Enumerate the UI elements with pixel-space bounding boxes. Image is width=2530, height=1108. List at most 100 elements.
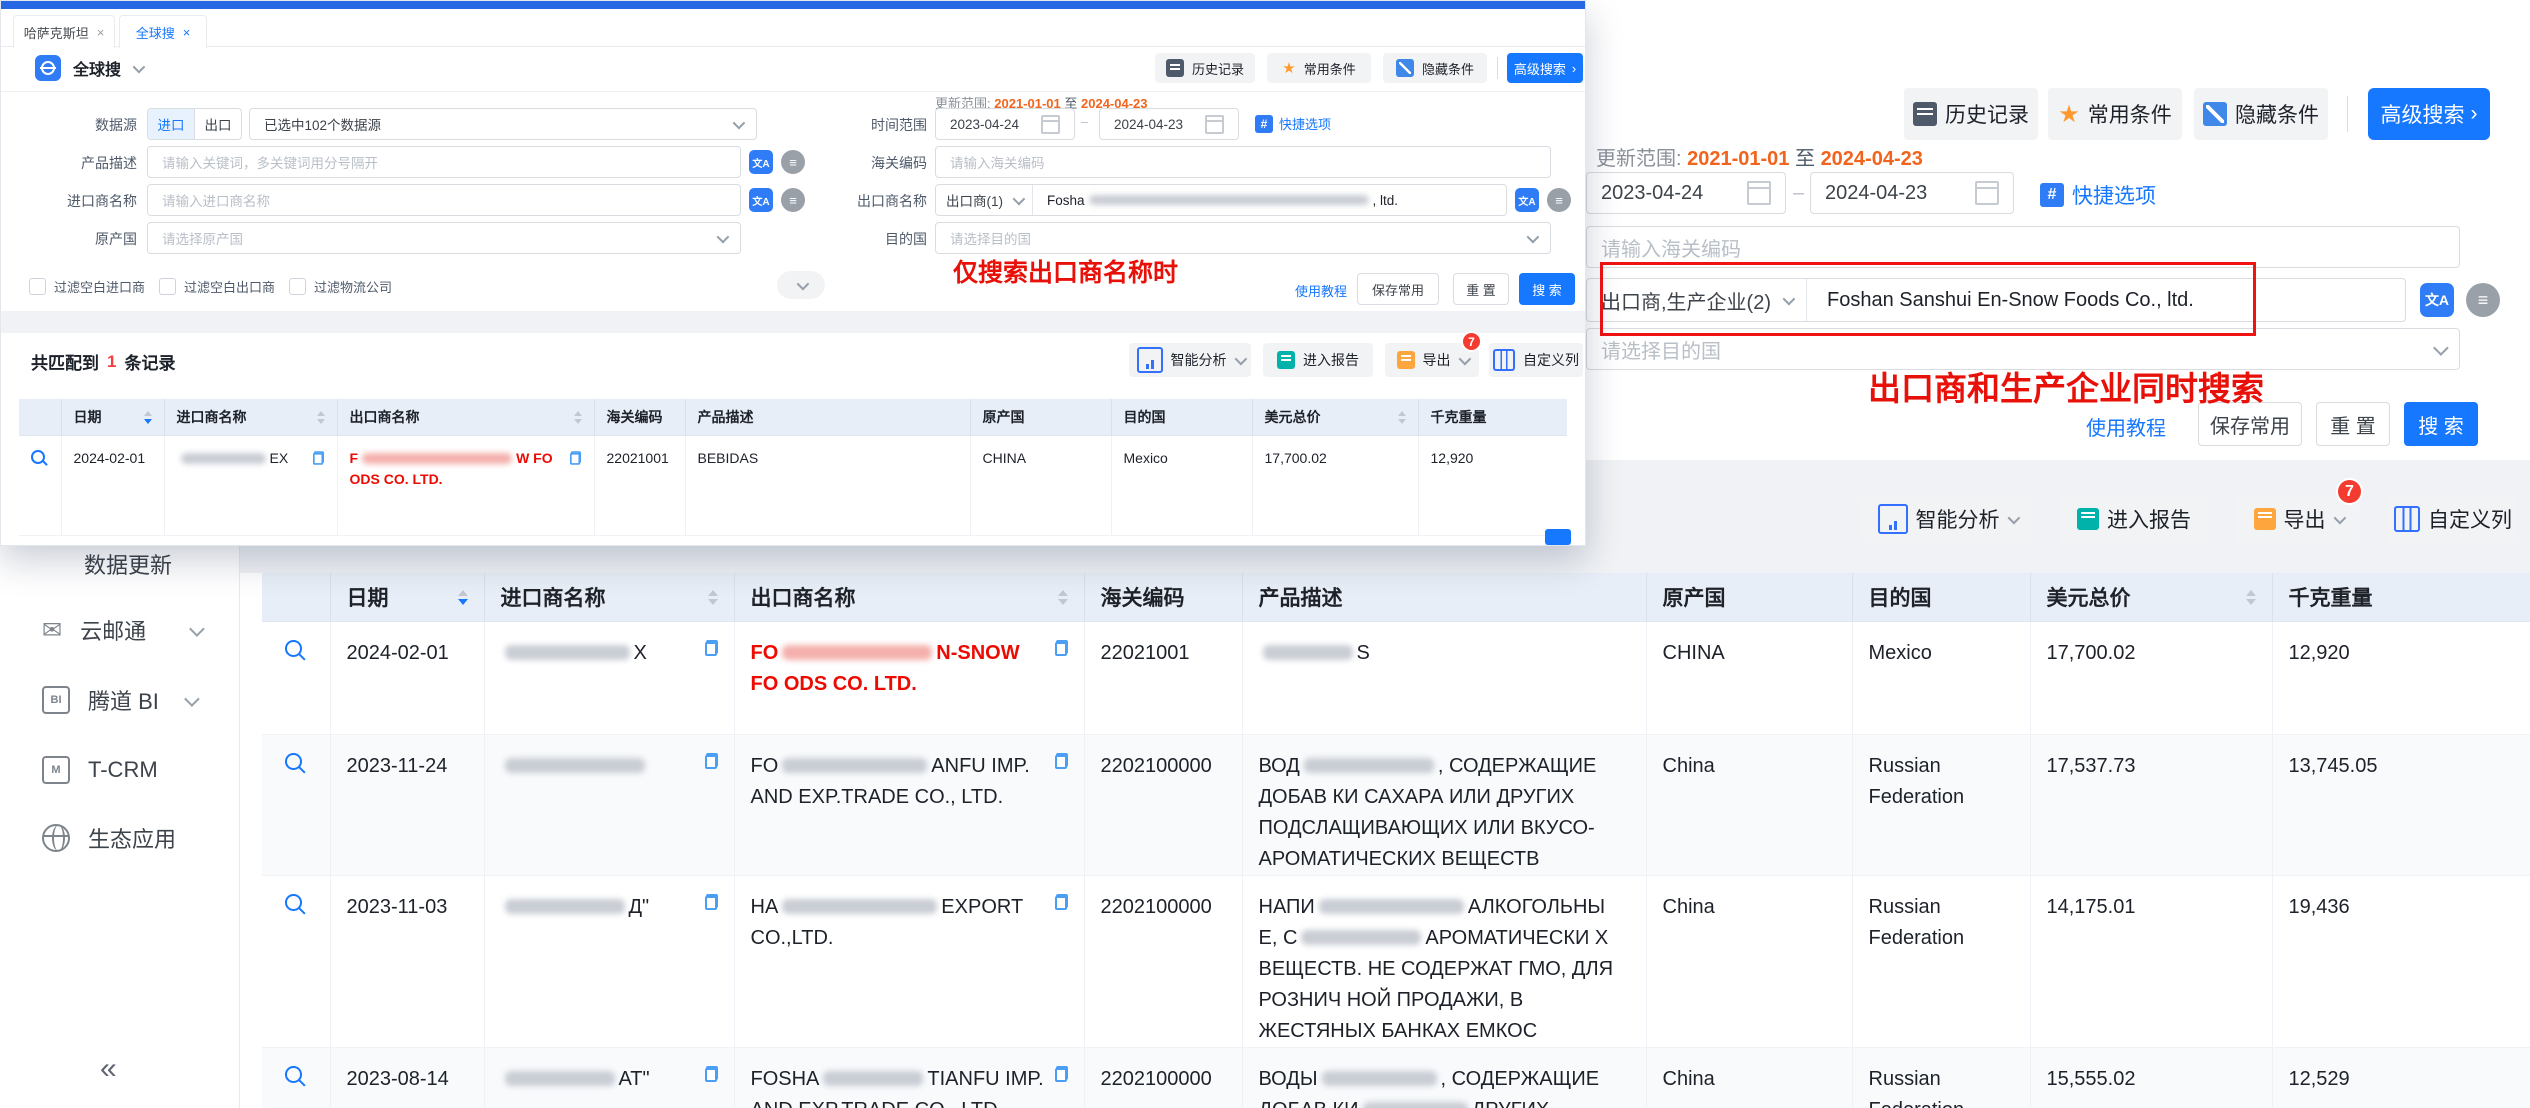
row-search-icon[interactable] <box>285 894 307 916</box>
popup-advanced-search-button[interactable]: 高级搜索 › <box>1507 53 1583 83</box>
column-header[interactable]: 美元总价 <box>1252 399 1418 436</box>
translate-icon[interactable]: 文A <box>1515 188 1539 212</box>
popup-search-button[interactable]: 搜 索 <box>1519 273 1575 305</box>
sort-arrows-icon[interactable] <box>1058 590 1068 605</box>
row-search-icon[interactable] <box>285 640 307 662</box>
popup-custom-columns-button[interactable]: 自定义列 <box>1489 343 1583 377</box>
popup-hide-conditions-button[interactable]: 隐藏条件 <box>1383 53 1487 83</box>
hide-icon <box>1396 59 1414 77</box>
popup-smart-analysis-button[interactable]: 智能分析 <box>1129 343 1251 377</box>
collapse-form-button[interactable] <box>777 271 825 299</box>
hide-conditions-button[interactable]: 隐藏条件 <box>2194 88 2328 140</box>
sidebar-item-mail[interactable]: ✉ 云邮通 <box>42 610 222 650</box>
close-icon[interactable]: × <box>183 25 191 40</box>
filter-blank-exporter[interactable]: 过滤空白出口商 <box>159 277 275 296</box>
row-search-icon[interactable] <box>31 450 48 467</box>
popup-destination-select[interactable]: 请选择目的国 <box>935 222 1551 254</box>
column-header[interactable]: 进口商名称 <box>164 399 337 436</box>
tutorial-link[interactable]: 使用教程 <box>2086 412 2166 441</box>
copy-icon[interactable] <box>312 451 323 465</box>
popup-history-button[interactable]: 历史记录 <box>1155 53 1255 83</box>
row-search-icon[interactable] <box>285 753 307 775</box>
date-to-field[interactable]: 2024-04-23 <box>1810 172 2014 214</box>
copy-icon[interactable] <box>705 640 718 656</box>
translate-toggle-icon[interactable]: ≡ <box>781 150 805 174</box>
tab-global-search[interactable]: 全球搜 × <box>119 15 207 48</box>
segment-export[interactable]: 出口 <box>194 109 241 139</box>
column-header[interactable]: 美元总价 <box>2030 573 2272 622</box>
quick-options-link[interactable]: # 快捷选项 <box>2040 180 2156 210</box>
arrow-right-icon: › <box>2471 102 2478 126</box>
translate-icon[interactable]: 文A <box>749 150 773 174</box>
copy-icon[interactable] <box>705 1066 718 1082</box>
table-row: 2023-08-14АТ"FOSHATIANFU IMP. AND EXP.TR… <box>262 1048 2530 1108</box>
filter-blank-importer[interactable]: 过滤空白进口商 <box>29 277 145 296</box>
history-button[interactable]: 历史记录 <box>1904 88 2038 140</box>
advanced-search-button[interactable]: 高级搜索 › <box>2368 88 2490 140</box>
translate-icon[interactable]: 文A <box>2420 283 2454 317</box>
enter-report-button[interactable]: 进入报告 <box>2060 496 2208 542</box>
column-header[interactable]: 日期 <box>61 399 164 436</box>
origin-select[interactable]: 请选择原产国 <box>147 222 741 254</box>
sort-arrows-icon[interactable] <box>144 411 152 424</box>
copy-icon[interactable] <box>1055 1066 1068 1082</box>
copy-icon[interactable] <box>1055 640 1068 656</box>
popup-exporter-field[interactable]: 出口商(1) Fosha, ltd. <box>935 184 1507 216</box>
sort-arrows-icon[interactable] <box>708 590 718 605</box>
importer-input[interactable]: 请输入进口商名称 <box>147 184 741 216</box>
sidebar-item-bi[interactable]: BI 腾道 BI <box>42 680 222 720</box>
custom-columns-button[interactable]: 自定义列 <box>2388 496 2518 542</box>
popup-corner-chip[interactable] <box>1545 529 1571 545</box>
popup-reset-button[interactable]: 重 置 <box>1453 273 1509 305</box>
popup-date-to-field[interactable]: 2024-04-23 <box>1099 108 1239 140</box>
favorites-button[interactable]: ★ 常用条件 <box>2048 88 2182 140</box>
popup-tutorial-link[interactable]: 使用教程 <box>1295 281 1347 300</box>
reset-button[interactable]: 重 置 <box>2316 402 2390 446</box>
sidebar-item-data-update[interactable]: 数据更新 <box>84 548 172 580</box>
column-header[interactable]: 进口商名称 <box>484 573 734 622</box>
result-summary: 共匹配到 1 条记录 <box>31 349 175 374</box>
column-header[interactable]: 出口商名称 <box>734 573 1084 622</box>
tab-kazakhstan[interactable]: 哈萨克斯坦 × <box>13 15 115 48</box>
sidebar-item-eco[interactable]: 生态应用 <box>42 818 222 858</box>
checkbox[interactable] <box>159 278 176 295</box>
popup-quick-options-link[interactable]: # 快捷选项 <box>1255 114 1331 133</box>
product-desc-input[interactable]: 请输入关键词，多关键词用分号隔开 <box>147 146 741 178</box>
column-header[interactable]: 出口商名称 <box>337 399 594 436</box>
smart-analysis-button[interactable]: 智能分析 <box>1862 496 2032 542</box>
exporter-mode-select[interactable]: 出口商(1) <box>936 185 1033 215</box>
segment-import[interactable]: 进口 <box>148 109 194 139</box>
popup-hs-code-input[interactable]: 请输入海关编码 <box>935 146 1551 178</box>
popup-favorites-button[interactable]: ★ 常用条件 <box>1267 53 1371 83</box>
copy-icon[interactable] <box>705 753 718 769</box>
copy-icon[interactable] <box>1055 753 1068 769</box>
close-icon[interactable]: × <box>97 25 105 40</box>
copy-icon[interactable] <box>1055 894 1068 910</box>
translate-toggle-icon[interactable]: ≡ <box>1547 188 1571 212</box>
sort-arrows-icon[interactable] <box>574 411 582 424</box>
popup-date-from-field[interactable]: 2023-04-24 <box>935 108 1075 140</box>
sort-arrows-icon[interactable] <box>458 590 468 605</box>
translate-toggle-icon[interactable]: ≡ <box>2466 283 2500 317</box>
checkbox[interactable] <box>289 278 306 295</box>
sidebar-item-tcrm[interactable]: M T-CRM <box>42 750 222 790</box>
translate-icon[interactable]: 文A <box>749 188 773 212</box>
copy-icon[interactable] <box>569 451 580 465</box>
date-from-field[interactable]: 2023-04-24 <box>1586 172 1786 214</box>
chevron-down-icon[interactable] <box>133 60 146 73</box>
copy-icon[interactable] <box>705 894 718 910</box>
popup-save-common-button[interactable]: 保存常用 <box>1357 273 1439 305</box>
sort-arrows-icon[interactable] <box>2246 590 2256 605</box>
column-header[interactable]: 日期 <box>330 573 484 622</box>
checkbox[interactable] <box>29 278 46 295</box>
sidebar-collapse-button[interactable]: « <box>100 1052 117 1086</box>
sort-arrows-icon[interactable] <box>1398 411 1406 424</box>
data-source-select[interactable]: 已选中102个数据源 <box>249 108 757 140</box>
red-highlight-box <box>1600 262 2256 336</box>
row-search-icon[interactable] <box>285 1066 307 1088</box>
translate-toggle-icon[interactable]: ≡ <box>781 188 805 212</box>
search-button[interactable]: 搜 索 <box>2404 402 2478 446</box>
filter-logistics[interactable]: 过滤物流公司 <box>289 277 392 296</box>
sort-arrows-icon[interactable] <box>317 411 325 424</box>
popup-enter-report-button[interactable]: 进入报告 <box>1263 343 1373 377</box>
